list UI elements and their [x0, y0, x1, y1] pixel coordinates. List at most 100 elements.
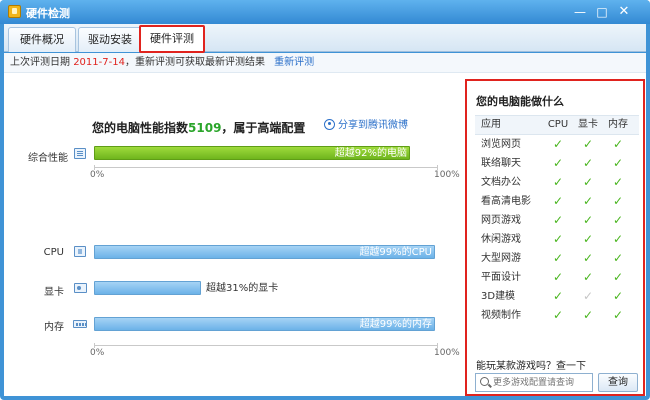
app-name: 平面设计	[481, 272, 521, 283]
app-name: 看高清电影	[481, 196, 531, 207]
gpu-bar: 超越31%的显卡	[94, 281, 278, 295]
gpu-check-icon: ✓	[582, 213, 594, 227]
overall-axis-min: 0%	[90, 170, 105, 180]
tab-hardware-overview[interactable]: 硬件概况	[8, 27, 76, 52]
memory-bar-text: 超越99%的内存	[359, 319, 432, 330]
memory-check-icon: ✓	[612, 213, 624, 227]
weibo-icon	[324, 119, 335, 130]
game-check-prompt: 能玩某款游戏吗？查一下	[476, 361, 586, 372]
cpu-label: CPU	[43, 247, 64, 258]
cpu-check-icon: ✓	[552, 175, 564, 189]
table-body: 浏览网页 ✓ ✓ ✓ 联络聊天 ✓ ✓ ✓ 文档办公 ✓ ✓ ✓ 看高清电影 ✓ ✓ ✓ 网页游戏 ✓ ✓ ✓ 休闲游戏…	[475, 135, 639, 325]
performance-score: 5109	[188, 121, 222, 135]
memory-check-icon: ✓	[612, 251, 624, 265]
components-axis-max: 100%	[434, 348, 460, 358]
table-header: 应用 CPU 显卡 内存	[475, 115, 639, 135]
memory-check-icon: ✓	[612, 232, 624, 246]
score-prefix: 您的电脑性能指数	[92, 121, 189, 135]
last-test-info: 上次评测日期 2011-7-14，重新评测可获取最新评测结果 重新评测	[4, 53, 646, 73]
tab-driver-install[interactable]: 驱动安装	[78, 27, 142, 52]
gpu-check-icon: ✓	[582, 232, 594, 246]
cpu-check-icon: ✓	[552, 251, 564, 265]
table-row: 休闲游戏 ✓ ✓ ✓	[475, 230, 639, 249]
table-row: 联络聊天 ✓ ✓ ✓	[475, 154, 639, 173]
table-row: 看高清电影 ✓ ✓ ✓	[475, 192, 639, 211]
cpu-check-icon: ✓	[552, 270, 564, 284]
memory-icon	[73, 320, 87, 328]
cpu-bar-text: 超越99%的CPU	[359, 247, 432, 258]
overall-bar-track: 超越92%的电脑	[94, 146, 438, 160]
memory-check-icon: ✓	[612, 194, 624, 208]
retest-link[interactable]: 重新评测	[274, 57, 314, 68]
gpu-check-icon: ✓	[582, 156, 594, 170]
memory-check-icon: ✓	[612, 289, 624, 303]
cpu-check-icon: ✓	[552, 156, 564, 170]
cpu-check-icon: ✓	[552, 137, 564, 151]
search-button[interactable]: 查询	[598, 373, 638, 392]
app-name: 大型网游	[481, 253, 521, 264]
gpu-bar-text: 超越31%的显卡	[206, 283, 279, 294]
gpu-check-icon: ✓	[582, 137, 594, 151]
memory-bar-track: 超越99%的内存	[94, 317, 438, 331]
close-button[interactable]: ✕	[615, 4, 633, 20]
memory-check-icon: ✓	[612, 137, 624, 151]
last-test-date: 2011-7-14	[73, 57, 125, 68]
memory-check-icon: ✓	[612, 156, 624, 170]
table-row: 大型网游 ✓ ✓ ✓	[475, 249, 639, 268]
info-prefix: 上次评测日期	[10, 57, 70, 68]
overall-label: 综合性能	[28, 153, 68, 164]
cpu-bar: 超越99%的CPU	[94, 245, 435, 259]
tab-hardware-benchmark[interactable]: 硬件评测	[139, 25, 205, 53]
cpu-check-icon: ✓	[552, 213, 564, 227]
header-gpu: 显卡	[578, 119, 598, 130]
gpu-check-icon: ✓	[582, 289, 594, 303]
table-row: 平面设计 ✓ ✓ ✓	[475, 268, 639, 287]
document-icon	[74, 148, 86, 159]
app-name: 文档办公	[481, 177, 521, 188]
title-bar[interactable]: 硬件检测 — □ ✕	[0, 0, 650, 24]
benchmark-panel: 您的电脑性能指数5109，属于高端配置 分享到腾讯微博 综合性能 超越92%的电…	[4, 74, 460, 396]
app-name: 浏览网页	[481, 139, 521, 150]
app-name: 视频制作	[481, 310, 521, 321]
memory-check-icon: ✓	[612, 308, 624, 322]
overall-axis	[94, 165, 438, 170]
game-search-input[interactable]	[493, 375, 591, 390]
capability-panel: 您的电脑能做什么 应用 CPU 显卡 内存 浏览网页 ✓ ✓ ✓ 联络聊天 ✓ ✓ ✓ 文档办公…	[465, 79, 645, 396]
table-row: 视频制作 ✓ ✓ ✓	[475, 306, 639, 325]
info-suffix: ，重新评测可获取最新评测结果	[124, 57, 265, 68]
cpu-bar-track: 超越99%的CPU	[94, 245, 438, 259]
share-label: 分享到腾讯微博	[338, 120, 408, 131]
header-app: 应用	[481, 119, 501, 130]
app-name: 3D建模	[481, 291, 516, 302]
gpu-check-icon: ✓	[582, 194, 594, 208]
gpu-check-icon: ✓	[582, 308, 594, 322]
game-search-box[interactable]	[475, 373, 593, 392]
components-axis	[94, 343, 438, 348]
cpu-check-icon: ✓	[552, 194, 564, 208]
header-memory: 内存	[608, 119, 628, 130]
overall-axis-max: 100%	[434, 170, 460, 180]
overall-bar-text: 超越92%的电脑	[334, 148, 407, 159]
memory-check-icon: ✓	[612, 270, 624, 284]
minimize-button[interactable]: —	[571, 4, 589, 20]
search-icon	[480, 377, 489, 386]
gpu-check-icon: ✓	[582, 175, 594, 189]
gpu-check-icon: ✓	[582, 270, 594, 284]
table-row: 文档办公 ✓ ✓ ✓	[475, 173, 639, 192]
gpu-bar-track: 超越31%的显卡	[94, 281, 438, 295]
gpu-label: 显卡	[44, 287, 64, 298]
maximize-button[interactable]: □	[593, 4, 611, 20]
share-weibo-link[interactable]: 分享到腾讯微博	[324, 116, 408, 131]
table-row: 浏览网页 ✓ ✓ ✓	[475, 135, 639, 154]
gpu-check-icon: ✓	[582, 251, 594, 265]
table-row: 网页游戏 ✓ ✓ ✓	[475, 211, 639, 230]
graphics-card-icon	[74, 283, 87, 293]
window-title: 硬件检测	[26, 7, 70, 20]
cpu-check-icon: ✓	[552, 232, 564, 246]
app-window: 硬件检测 — □ ✕ 硬件概况 驱动安装 硬件评测 上次评测日期 2011-7-…	[0, 0, 650, 400]
score-line: 您的电脑性能指数5109，属于高端配置	[92, 119, 305, 136]
app-name: 联络聊天	[481, 158, 521, 169]
header-cpu: CPU	[547, 119, 569, 130]
app-name: 休闲游戏	[481, 234, 521, 245]
memory-label: 内存	[44, 322, 64, 333]
